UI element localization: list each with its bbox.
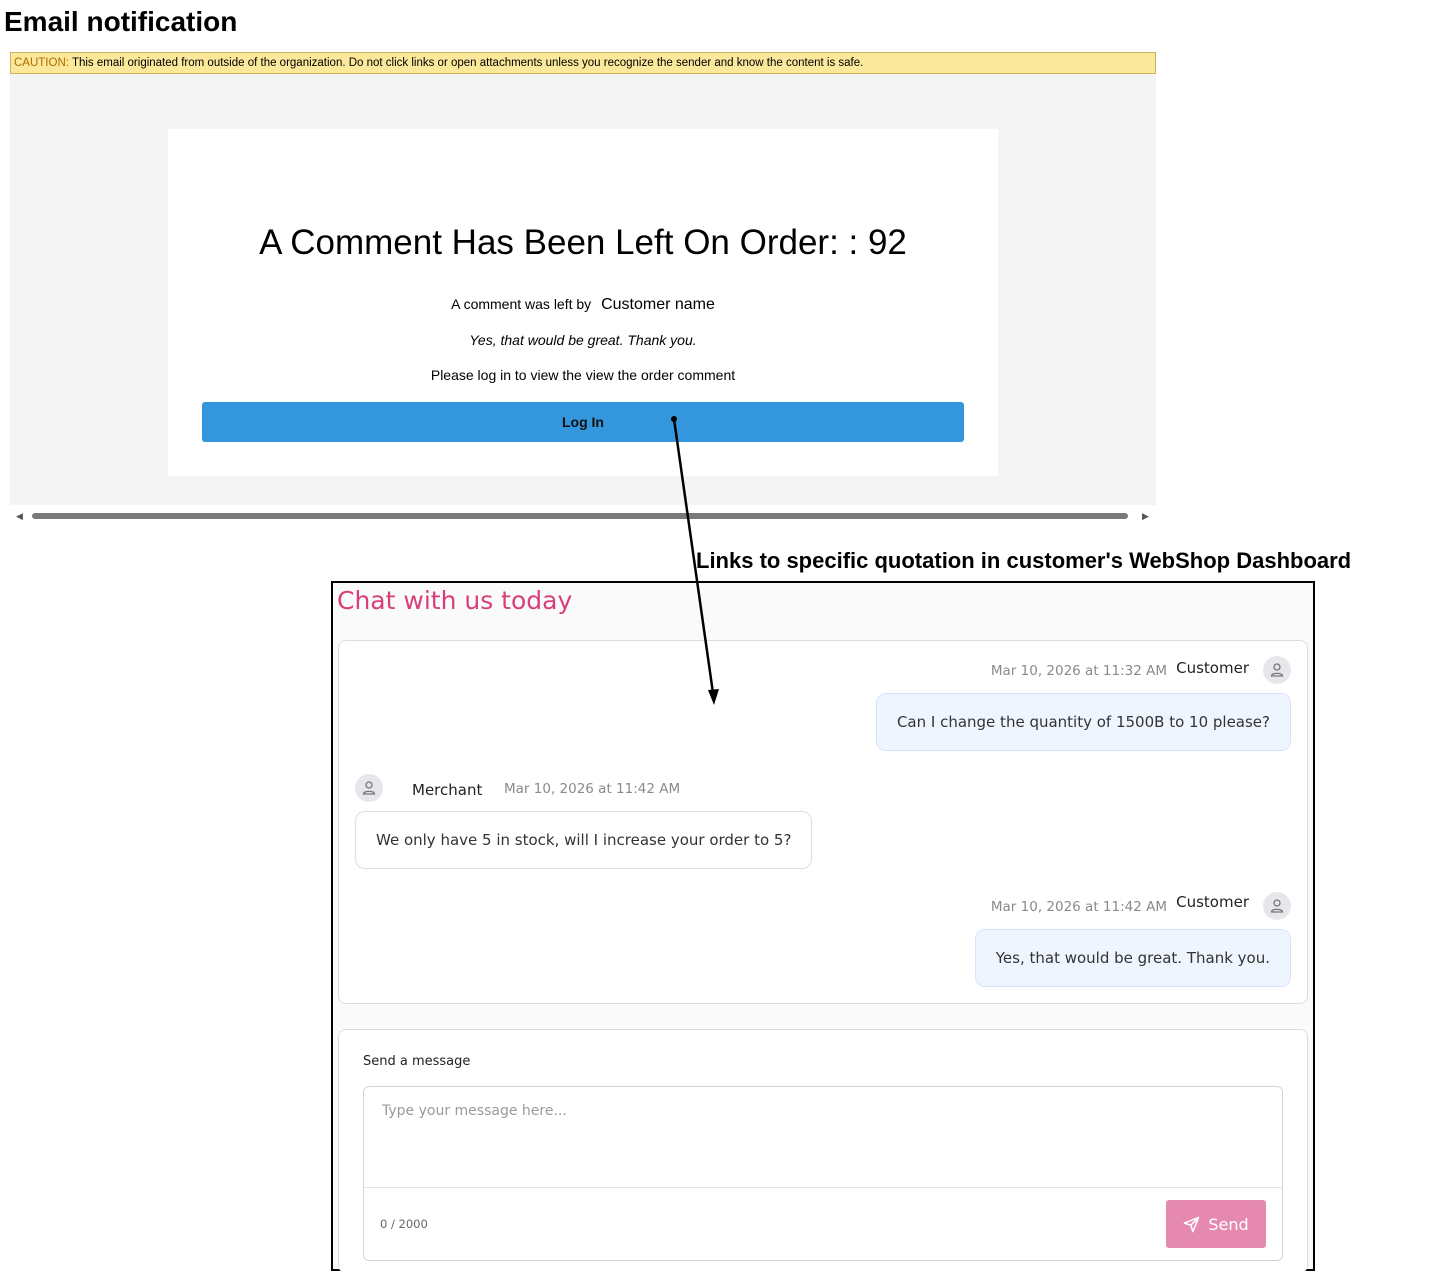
customer-avatar-icon — [1263, 656, 1291, 684]
compose-divider — [364, 1187, 1282, 1188]
annotation-label: Links to specific quotation in customer'… — [696, 548, 1352, 573]
send-icon — [1183, 1216, 1200, 1232]
login-prompt: Please log in to view the view the order… — [430, 367, 736, 383]
caution-text: This email originated from outside of th… — [68, 57, 864, 69]
email-card: A Comment Has Been Left On Order: : 92 A… — [168, 129, 998, 476]
login-button[interactable]: Log In — [202, 402, 964, 442]
scroll-right-arrow-icon[interactable]: ▶ — [1142, 511, 1149, 522]
comment-author: Customer name — [601, 296, 715, 313]
send-label: Send — [1208, 1214, 1249, 1234]
message-bubble: We only have 5 in stock, will I increase… — [355, 811, 813, 869]
messages-panel: Mar 10, 2026 at 11:32 AM Customer Can I … — [338, 640, 1308, 1004]
caution-banner: CAUTION: This email originated from outs… — [10, 52, 1156, 74]
message-author: Customer — [1176, 659, 1249, 677]
scrollbar-thumb[interactable] — [32, 513, 1128, 519]
message-bubble: Yes, that would be great. Thank you. — [974, 929, 1291, 987]
message-input[interactable] — [364, 1087, 1282, 1187]
chat-title: Chat with us today — [337, 586, 573, 615]
email-section-heading: Email notification — [4, 6, 238, 37]
message-timestamp: Mar 10, 2026 at 11:42 AM — [504, 781, 681, 797]
comment-by-line: A comment was left by Customer name — [168, 294, 998, 315]
compose-box: 0 / 2000 Send — [363, 1086, 1283, 1261]
compose-label: Send a message — [363, 1054, 471, 1069]
message-author: Customer — [1176, 893, 1249, 911]
comment-by-label: A comment was left by — [451, 296, 592, 312]
order-comment-title: A Comment Has Been Left On Order: : 92 — [259, 223, 907, 262]
caution-label: CAUTION: — [14, 57, 69, 69]
email-preview-frame: CAUTION: This email originated from outs… — [10, 52, 1156, 505]
comment-text: Yes, that would be great. Thank you. — [469, 332, 697, 348]
message-author: Merchant — [412, 781, 483, 799]
customer-avatar-icon — [1263, 892, 1291, 920]
message-bubble: Can I change the quantity of 1500B to 10… — [875, 693, 1291, 751]
character-count: 0 / 2000 — [380, 1217, 428, 1231]
chat-window: Chat with us today Mar 10, 2026 at 11:32… — [331, 581, 1315, 1273]
merchant-avatar-icon — [355, 774, 383, 802]
compose-panel: Send a message 0 / 2000 Send — [338, 1029, 1308, 1273]
message-timestamp: Mar 10, 2026 at 11:42 AM — [990, 899, 1167, 915]
horizontal-scrollbar[interactable]: ◀ ▶ — [10, 509, 1156, 525]
scroll-left-arrow-icon[interactable]: ◀ — [16, 511, 23, 522]
send-button[interactable]: Send — [1166, 1200, 1266, 1248]
message-timestamp: Mar 10, 2026 at 11:32 AM — [990, 663, 1167, 679]
